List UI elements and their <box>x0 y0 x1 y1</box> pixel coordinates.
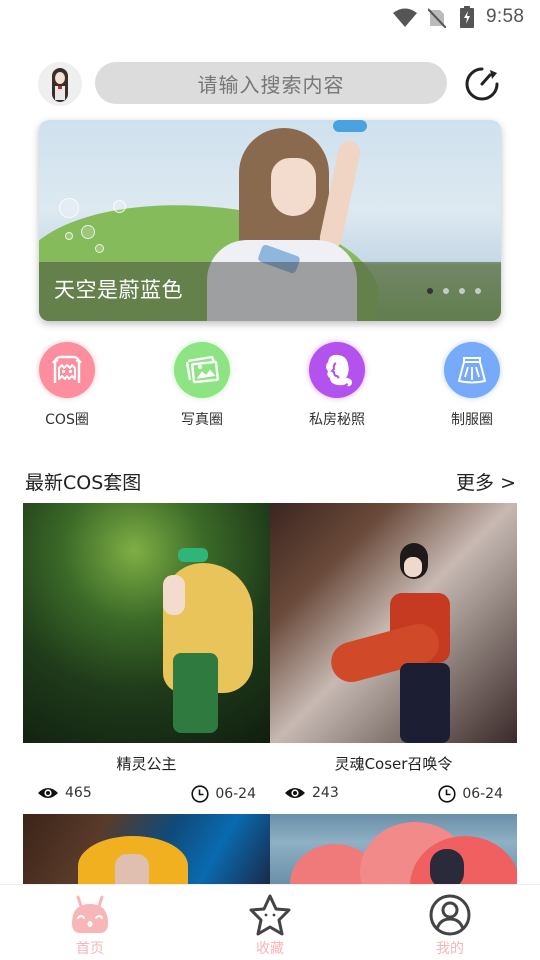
category-label: 私房秘照 <box>309 412 365 428</box>
category-row: COS圈 写真圈 私房秘照 制服圈 <box>0 340 540 435</box>
section-title: 最新COS套图 <box>25 472 142 494</box>
profile-icon <box>429 894 471 936</box>
clock: 9:58 <box>486 6 525 27</box>
refresh-icon[interactable] <box>463 65 501 103</box>
bubble <box>113 200 126 213</box>
tab-label: 首页 <box>76 941 104 957</box>
clock-icon <box>438 785 456 803</box>
gallery-card[interactable]: 灵魂Coser召唤令 243 06-24 <box>270 503 517 813</box>
wifi-icon <box>393 8 417 27</box>
avatar[interactable] <box>38 62 82 106</box>
gallery-card[interactable] <box>23 814 270 884</box>
category-label: COS圈 <box>45 412 89 428</box>
skirt-icon <box>458 357 486 384</box>
carousel-dot[interactable] <box>427 288 433 294</box>
category-private[interactable]: 私房秘照 <box>282 340 392 429</box>
ghost-mask-icon <box>52 355 82 383</box>
post-date: 06-24 <box>191 785 256 803</box>
category-label: 写真圈 <box>181 412 223 428</box>
user-avatar-icon <box>52 68 68 102</box>
category-cos[interactable]: COS圈 <box>12 340 122 429</box>
gallery-card[interactable] <box>270 814 517 884</box>
tab-label: 我的 <box>436 941 464 957</box>
eye-icon <box>38 788 58 798</box>
card-image <box>270 814 517 884</box>
search-placeholder: 请输入搜索内容 <box>197 72 345 97</box>
star-icon <box>249 894 291 936</box>
bubble <box>59 198 79 218</box>
tab-profile[interactable]: 我的 <box>390 885 510 958</box>
home-bunny-icon <box>72 895 108 933</box>
card-image <box>23 814 270 884</box>
bubble <box>95 244 104 253</box>
category-label: 制服圈 <box>451 412 493 428</box>
eye-icon <box>285 788 305 798</box>
no-sim-icon <box>428 8 446 28</box>
category-photo[interactable]: 写真圈 <box>147 340 257 429</box>
banner-carousel[interactable]: 天空是蔚蓝色 <box>39 120 501 321</box>
view-count: 243 <box>284 785 339 801</box>
clock-icon <box>191 785 209 803</box>
post-date: 06-24 <box>438 785 503 803</box>
bubble <box>65 232 73 240</box>
tab-favorites[interactable]: 收藏 <box>210 885 330 958</box>
woman-hair-icon <box>326 354 352 387</box>
header: 请输入搜索内容 <box>0 58 540 110</box>
card-title: 灵魂Coser召唤令 <box>334 755 453 773</box>
card-image <box>23 503 270 743</box>
category-uniform[interactable]: 制服圈 <box>417 340 527 429</box>
more-link[interactable]: 更多 > <box>456 468 516 495</box>
carousel-indicator <box>427 288 481 294</box>
carousel-dot[interactable] <box>459 288 465 294</box>
bubble <box>81 225 95 239</box>
carousel-dot[interactable] <box>443 288 449 294</box>
carousel-dot[interactable] <box>475 288 481 294</box>
tab-label: 收藏 <box>256 941 284 957</box>
section-header: 最新COS套图 更多 > <box>0 465 540 495</box>
battery-charging-icon <box>460 6 474 28</box>
status-bar: 9:58 <box>0 0 540 36</box>
search-input[interactable]: 请输入搜索内容 <box>95 62 447 104</box>
tab-home[interactable]: 首页 <box>30 885 150 958</box>
photos-icon <box>185 355 219 384</box>
bottom-navigation: 首页 收藏 我的 <box>0 884 540 960</box>
gallery-card[interactable]: 精灵公主 465 06-24 <box>23 503 270 813</box>
card-image <box>270 503 517 743</box>
card-title: 精灵公主 <box>116 755 177 773</box>
banner-caption: 天空是蔚蓝色 <box>54 278 183 302</box>
view-count: 465 <box>37 785 92 801</box>
